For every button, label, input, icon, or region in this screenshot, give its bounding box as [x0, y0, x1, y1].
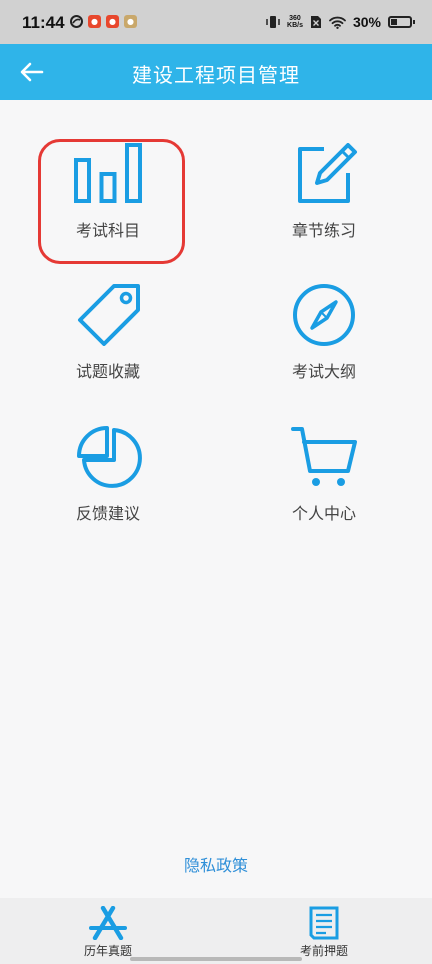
app-store-icon — [89, 906, 127, 940]
app-bar: 建设工程项目管理 — [0, 44, 432, 100]
tab-pre-exam-questions[interactable]: 考前押题 — [259, 898, 389, 964]
notification-icons: ● ● ● — [70, 15, 137, 28]
menu-item-personal-center[interactable]: 个人中心 — [249, 426, 399, 524]
menu-item-syllabus[interactable]: 考试大纲 — [249, 284, 399, 382]
network-speed: 360 KB/s — [287, 15, 303, 29]
notification-app-icon: ● — [124, 15, 137, 28]
document-icon — [309, 906, 339, 940]
tab-past-exams[interactable]: 历年真题 — [43, 898, 173, 964]
battery-icon — [388, 16, 415, 28]
compass-icon — [293, 284, 355, 346]
menu-item-label: 章节练习 — [291, 221, 356, 240]
status-right: 360 KB/s 30% — [266, 14, 415, 30]
battery-percent: 30% — [352, 14, 381, 30]
menu-item-label: 考试大纲 — [291, 362, 356, 381]
tag-icon — [78, 284, 140, 346]
vibrate-icon — [266, 16, 280, 28]
no-sim-icon — [310, 16, 321, 28]
notification-app-icon: ● — [106, 15, 119, 28]
status-time: 11:44 — [22, 13, 65, 32]
menu-item-feedback[interactable]: 反馈建议 — [33, 426, 183, 524]
menu-item-label: 试题收藏 — [75, 362, 140, 381]
page-title: 建设工程项目管理 — [132, 63, 300, 87]
pie-chart-icon — [77, 426, 142, 488]
wifi-icon — [329, 16, 346, 29]
menu-item-label: 反馈建议 — [75, 504, 140, 523]
notification-swirl-icon — [70, 15, 83, 28]
menu-item-label: 个人中心 — [291, 504, 356, 523]
edit-square-icon — [298, 143, 357, 203]
privacy-policy-link[interactable]: 隐私政策 — [0, 852, 432, 876]
notification-app-icon: ● — [88, 15, 101, 28]
menu-item-favorites[interactable]: 试题收藏 — [33, 284, 183, 382]
cart-icon — [291, 427, 357, 486]
home-indicator[interactable] — [130, 957, 302, 961]
bottom-nav: 历年真题 考前押题 — [0, 898, 432, 964]
menu-item-chapter-practice[interactable]: 章节练习 — [249, 143, 399, 241]
highlight-frame — [38, 139, 185, 264]
status-bar: 11:44 ● ● ● 360 KB/s 30% — [0, 0, 432, 44]
